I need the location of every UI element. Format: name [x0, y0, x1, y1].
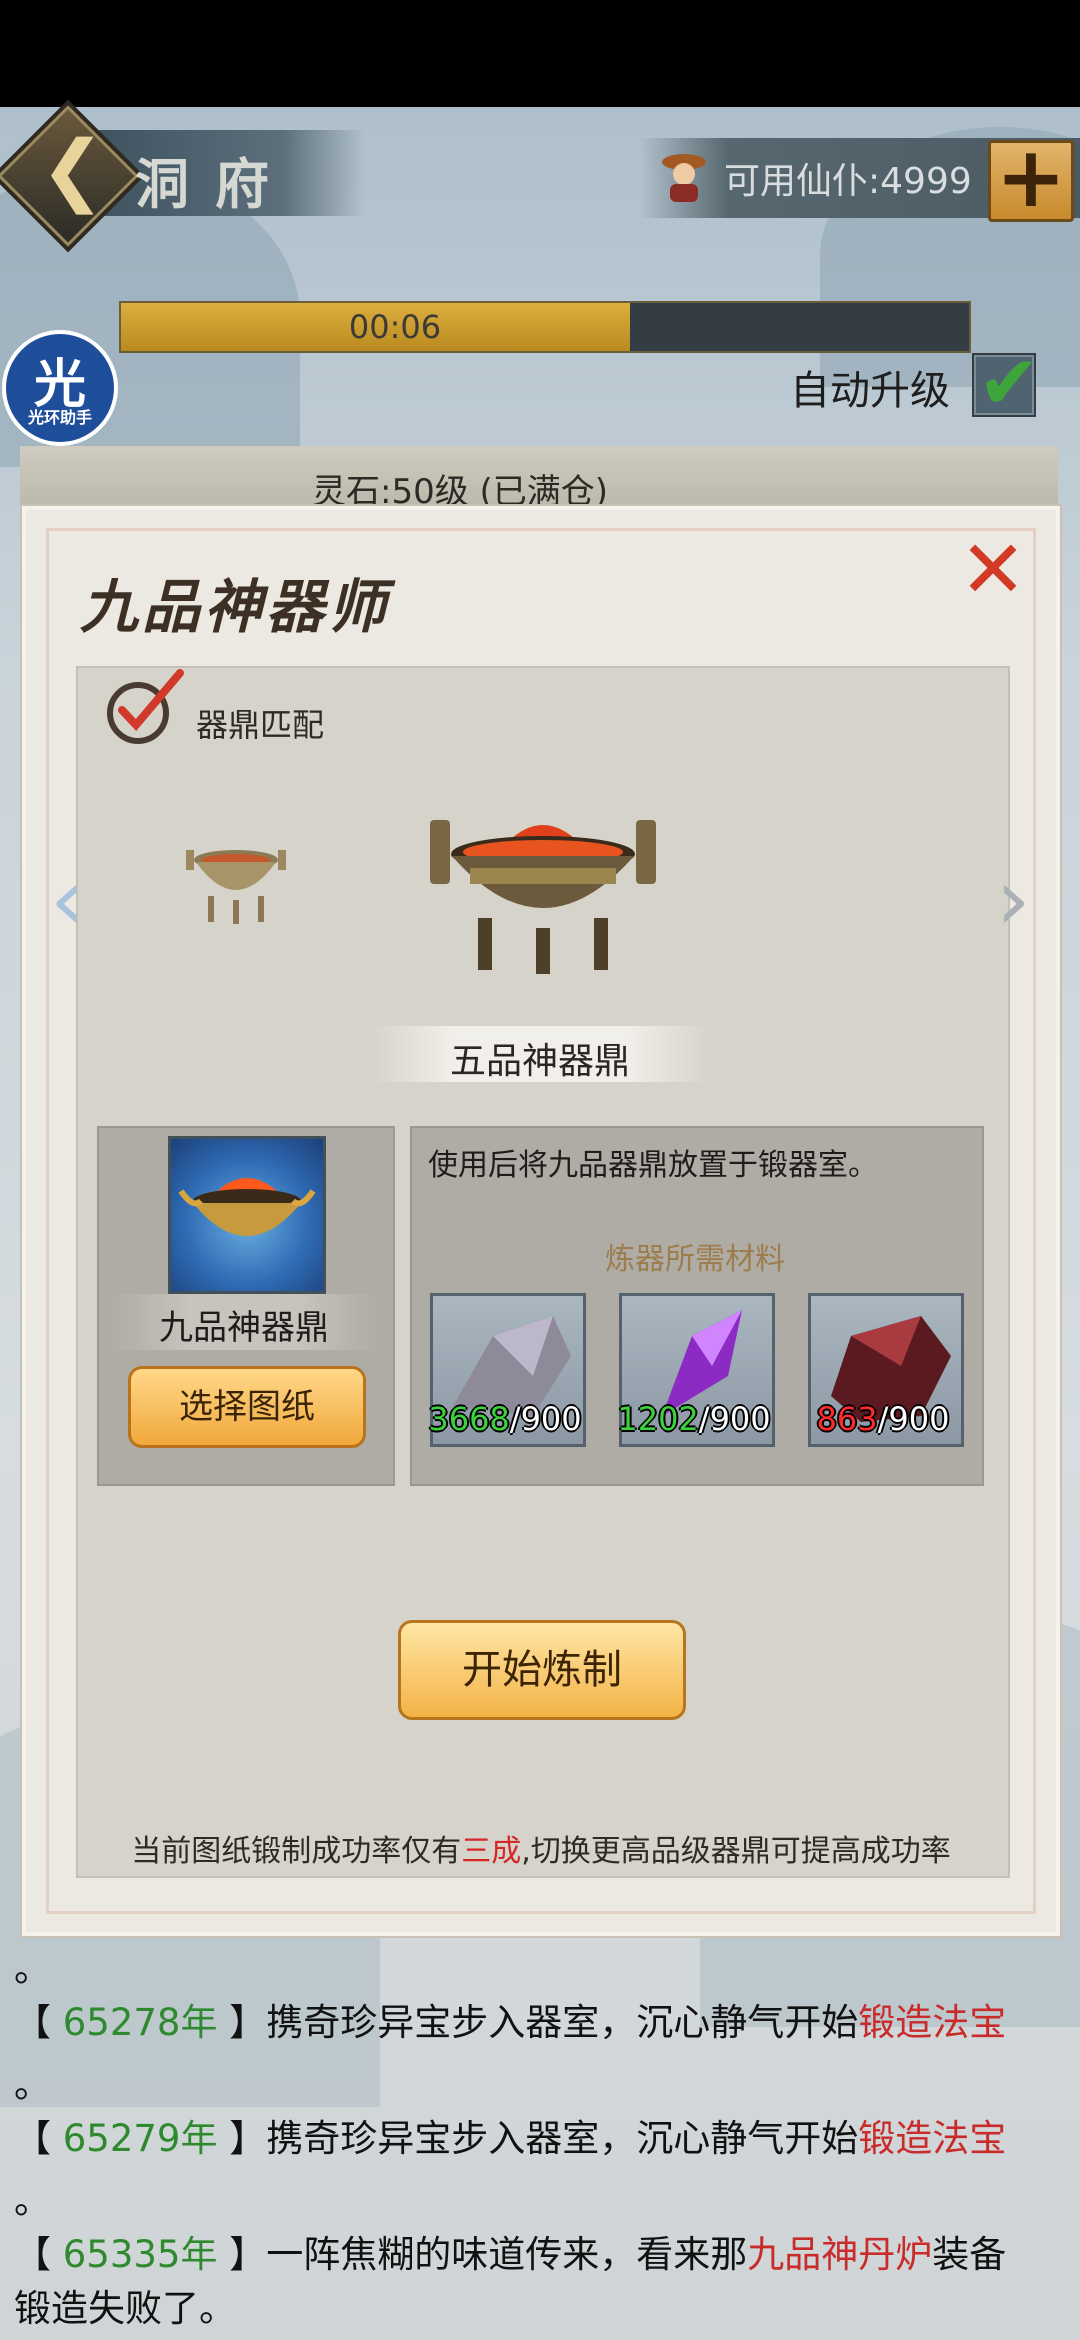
- log-bracket: 【: [14, 2233, 63, 2276]
- use-description: 使用后将九品器鼎放置于锻器室。: [428, 1148, 878, 1183]
- blueprint-cauldron-icon[interactable]: [168, 1136, 326, 1294]
- checkmark-icon[interactable]: ✔: [978, 340, 1040, 426]
- log-text: 锻造失败了。: [14, 2287, 236, 2330]
- log-line: 【 65279年 】携奇珍异宝步入器室，沉心静气开始锻造法宝: [14, 2108, 1006, 2162]
- log-text: 携奇珍异宝步入器室，沉心静气开始: [266, 2117, 859, 2160]
- log-line: 【 65335年 】一阵焦糊的味道传来，看来那九品神丹炉装备: [14, 2224, 1006, 2278]
- log-text: 装备: [932, 2233, 1007, 2276]
- log-bracket: 】: [217, 2233, 267, 2276]
- log-year: 65279年: [62, 2117, 218, 2160]
- log-text: 。: [14, 2063, 51, 2106]
- log-text: 一阵焦糊的味道传来，看来那: [266, 2233, 748, 2276]
- log-year: 65335年: [62, 2233, 218, 2276]
- material-count: 1202/900: [614, 1400, 774, 1438]
- log-bracket: 】: [217, 2001, 267, 2044]
- small-cauldron-icon[interactable]: [186, 838, 286, 928]
- log-bracket: 【: [14, 2001, 63, 2044]
- add-servant-button[interactable]: +: [988, 135, 1074, 222]
- rate-note-post: ,切换更高品级器鼎可提高成功率: [521, 1834, 951, 1869]
- servant-count: 可用仙仆:4999: [724, 161, 972, 202]
- material-have: 1202: [617, 1400, 699, 1438]
- auto-upgrade-label: 自动升级: [790, 368, 950, 414]
- log-line: 。: [14, 1938, 51, 1992]
- success-rate-note: 当前图纸锻制成功率仅有三成,切换更高品级器鼎可提高成功率: [76, 1826, 1006, 1870]
- log-line: 。: [14, 2054, 51, 2108]
- log-bracket: 【: [14, 2117, 63, 2160]
- log-text: 携奇珍异宝步入器室，沉心静气开始: [266, 2001, 859, 2044]
- blueprint-name: 九品神器鼎: [159, 1308, 329, 1348]
- log-bracket: 】: [217, 2117, 267, 2160]
- log-line: 【 65278年 】携奇珍异宝步入器室，沉心静气开始锻造法宝: [14, 1992, 1006, 2046]
- start-forging-button[interactable]: 开始炼制: [398, 1620, 686, 1720]
- rate-note-highlight: 三成: [461, 1834, 522, 1869]
- material-need: /900: [509, 1400, 582, 1438]
- progress-timer: 00:06: [348, 308, 442, 346]
- arrow-left-icon[interactable]: ‹: [50, 850, 84, 950]
- log-line: 。: [14, 2170, 51, 2224]
- material-count: 3668/900: [425, 1400, 585, 1438]
- material-have: 863: [816, 1400, 878, 1438]
- log-line: 锻造失败了。: [14, 2278, 236, 2332]
- page-title: 洞府: [135, 152, 295, 216]
- cauldron-name: 五品神器鼎: [449, 1041, 630, 1082]
- panel-title: 九品神器师: [80, 573, 391, 641]
- material-count: 863/900: [803, 1400, 963, 1438]
- guanghuan-assistant-button[interactable]: 光 光环助手: [2, 330, 118, 446]
- choose-blueprint-button[interactable]: 选择图纸: [128, 1366, 366, 1448]
- guanghuan-logo-sub: 光环助手: [27, 408, 92, 427]
- rate-note-pre: 当前图纸锻制成功率仅有: [131, 1834, 462, 1869]
- material-need: /900: [698, 1400, 771, 1438]
- match-label: 器鼎匹配: [196, 706, 325, 744]
- arrow-right-icon[interactable]: ›: [996, 850, 1030, 950]
- servant-icon: [662, 154, 706, 202]
- log-text: 。: [14, 1947, 51, 1990]
- upgrade-progress-bar: 00:06: [119, 301, 971, 353]
- log-text: 。: [14, 2179, 51, 2222]
- blueprint-art: [178, 1178, 316, 1236]
- materials-title: 炼器所需材料: [605, 1242, 785, 1277]
- material-need: /900: [877, 1400, 950, 1438]
- match-icon: [107, 669, 184, 744]
- back-chevron-icon[interactable]: ❮: [40, 125, 105, 215]
- selected-cauldron-icon: [430, 820, 656, 974]
- log-highlight: 锻造法宝: [858, 2117, 1007, 2160]
- material-have: 3668: [428, 1400, 510, 1438]
- log-highlight: 九品神丹炉: [747, 2233, 933, 2276]
- log-highlight: 锻造法宝: [858, 2001, 1007, 2044]
- log-year: 65278年: [62, 2001, 218, 2044]
- close-icon[interactable]: ✕: [958, 530, 1028, 610]
